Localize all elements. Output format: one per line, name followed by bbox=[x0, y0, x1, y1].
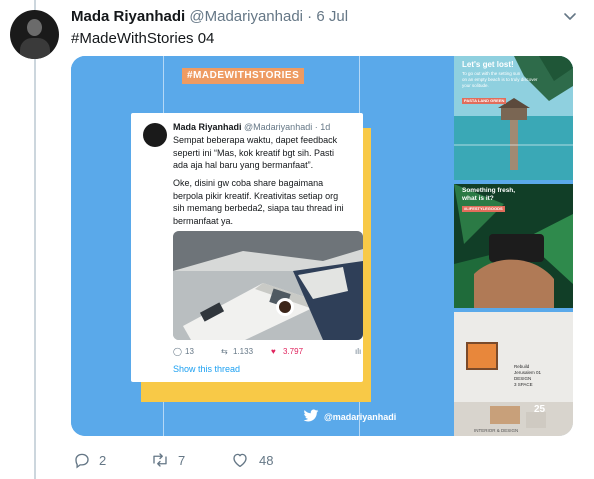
story-preview: #MADEWITHSTORIES Mada Riyanhadi @Madariy… bbox=[71, 56, 451, 436]
embedded-tweet-text: Oke, disini gw coba share bagaimana berp… bbox=[173, 178, 344, 226]
heart-icon bbox=[233, 453, 247, 468]
story-thumbnail-beach: Let's get lost! To go out with the setti… bbox=[454, 56, 573, 180]
author-name[interactable]: Mada Riyanhadi bbox=[71, 8, 185, 25]
tweet-date[interactable]: 6 Jul bbox=[316, 8, 348, 25]
story-thumbnail-leaves: Something fresh, what is it? #LIFESTYLEG… bbox=[454, 184, 573, 308]
hashtag-badge: #MADEWITHSTORIES bbox=[182, 68, 305, 84]
retweet-count: 7 bbox=[178, 453, 186, 468]
retweet-icon: ⇆ bbox=[221, 347, 228, 356]
separator: · bbox=[307, 8, 313, 25]
embedded-tweet-actions: ◯ 13 ⇆ 1.133 ♥ 3.797 ılı bbox=[173, 347, 362, 356]
analytics-icon: ılı bbox=[355, 347, 362, 356]
embedded-tweet-header: Mada Riyanhadi @Madariyanhadi · 1d bbox=[173, 122, 331, 132]
reply-count: 2 bbox=[99, 453, 107, 468]
reply-icon: ◯ bbox=[173, 347, 182, 356]
embedded-tweet-card: Mada Riyanhadi @Madariyanhadi · 1d Sempa… bbox=[131, 113, 363, 382]
like-count: 48 bbox=[259, 453, 274, 468]
tweet-actions: 2 7 48 bbox=[71, 450, 371, 470]
story-thumbnail-interior: Rebuild Jerusalem 01 DESIGN 3 SPACE 25 I… bbox=[454, 312, 573, 436]
avatar[interactable] bbox=[10, 10, 59, 59]
hashtag-link[interactable]: #MadeWithStories 04 bbox=[71, 30, 214, 47]
show-thread-link: Show this thread bbox=[173, 364, 241, 374]
brand-handle: @madariyanhadi bbox=[324, 412, 397, 422]
author-handle[interactable]: @Madariyanhadi bbox=[189, 8, 303, 25]
tweet-text: #MadeWithStories 04 bbox=[71, 30, 214, 47]
heart-icon: ♥ bbox=[271, 347, 276, 356]
embedded-photo bbox=[173, 231, 363, 340]
avatar bbox=[143, 123, 167, 147]
reply-icon bbox=[75, 453, 89, 469]
media-image[interactable]: #MADEWITHSTORIES Mada Riyanhadi @Madariy… bbox=[71, 56, 573, 436]
twitter-bird-icon bbox=[303, 409, 319, 422]
retweet-icon bbox=[153, 453, 167, 467]
chevron-down-icon[interactable] bbox=[562, 8, 578, 24]
tweet-header: Mada Riyanhadi @Madariyanhadi · 6 Jul bbox=[71, 8, 348, 25]
embedded-tweet-text: Sempat beberapa waktu, dapet feedback se… bbox=[173, 135, 338, 170]
thread-line bbox=[34, 0, 36, 479]
